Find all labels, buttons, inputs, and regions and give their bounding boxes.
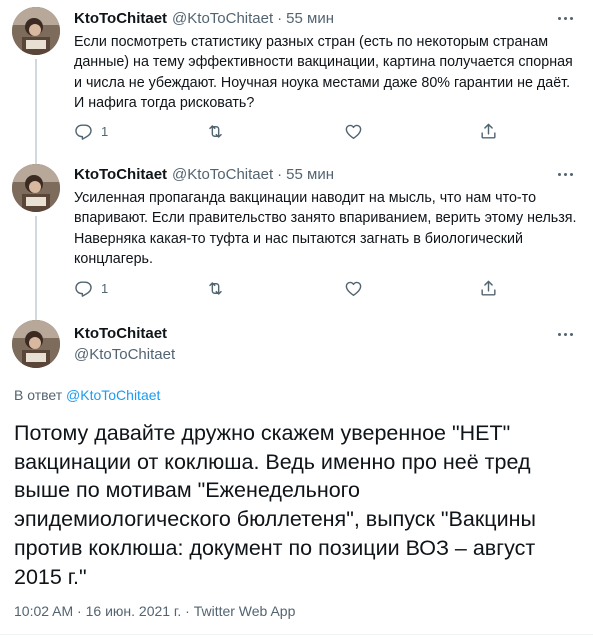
tweet-header: KtoToChitaet @KtoToChitaet · 55 мин [74, 166, 334, 183]
tweet-header: KtoToChitaet @KtoToChitaet · 55 мин [74, 10, 334, 27]
thread-connector-line [35, 59, 37, 160]
more-icon [556, 16, 574, 20]
replying-to: В ответ @KtoToChitaet [14, 387, 160, 403]
like-button[interactable] [344, 276, 363, 300]
reply-icon [75, 280, 92, 297]
share-button[interactable] [479, 276, 498, 300]
thread-connector-line [35, 216, 37, 312]
avatar-image [12, 164, 60, 212]
thread-tweet-1[interactable]: KtoToChitaet @KtoToChitaet · 55 мин Если… [0, 0, 593, 160]
separator-dot: · [77, 603, 86, 619]
more-icon [556, 332, 574, 336]
share-button[interactable] [479, 119, 498, 143]
reply-icon [75, 123, 92, 140]
tweet-timestamp[interactable]: 55 мин [286, 166, 334, 183]
tweet-timestamp[interactable]: 55 мин [286, 10, 334, 27]
reply-count: 1 [101, 123, 109, 139]
share-icon [481, 280, 496, 296]
separator-dot: · [185, 603, 194, 619]
reply-button[interactable]: 1 [74, 119, 108, 143]
author-name[interactable]: KtoToChitaet [74, 10, 167, 27]
more-options-button[interactable] [551, 164, 579, 184]
main-tweet-text: Потому давайте дружно скажем уверенное "… [14, 421, 536, 589]
author-handle[interactable]: @KtoToChitaet [74, 346, 175, 363]
tweet-text: Если посмотреть статистику разных стран … [74, 34, 573, 111]
reply-button[interactable]: 1 [74, 276, 108, 300]
avatar[interactable] [12, 7, 60, 55]
avatar-image [12, 320, 60, 368]
tweet-source-link[interactable]: Twitter Web App [194, 603, 296, 619]
author-handle[interactable]: @KtoToChitaet [172, 166, 273, 183]
share-icon [481, 123, 496, 139]
author-name[interactable]: KtoToChitaet [74, 166, 167, 183]
author-name[interactable]: KtoToChitaet [74, 325, 167, 342]
main-tweet: KtoToChitaet @KtoToChitaet В ответ @KtoT… [0, 312, 593, 638]
avatar[interactable] [12, 164, 60, 212]
retweet-button[interactable] [206, 276, 225, 300]
tweet-date-link[interactable]: 16 июн. 2021 г. [86, 603, 182, 619]
retweet-icon [209, 124, 222, 138]
more-options-button[interactable] [551, 8, 579, 28]
thread-connector-line [35, 312, 37, 320]
separator-dot: · [277, 166, 283, 183]
thread-tweet-2[interactable]: KtoToChitaet @KtoToChitaet · 55 мин Усил… [0, 160, 593, 312]
tweet-text: Усиленная пропаганда вакцинации наводит … [74, 190, 577, 267]
tweet-meta: 10:02 AM · 16 июн. 2021 г. · Twitter Web… [14, 603, 295, 619]
author-handle[interactable]: @KtoToChitaet [172, 10, 273, 27]
avatar[interactable] [12, 320, 60, 368]
tweet-actions: 1 [66, 276, 506, 300]
bottom-divider [0, 634, 593, 635]
retweet-icon [209, 281, 222, 295]
avatar-image [12, 7, 60, 55]
separator-dot: · [277, 10, 283, 27]
reply-to-handle-link[interactable]: @KtoToChitaet [66, 387, 160, 403]
reply-prefix: В ответ [14, 387, 67, 403]
like-icon [345, 281, 362, 296]
more-icon [556, 172, 574, 176]
reply-count: 1 [101, 280, 109, 296]
tweet-time-link[interactable]: 10:02 AM [14, 603, 73, 619]
more-options-button[interactable] [551, 324, 579, 344]
retweet-button[interactable] [206, 119, 225, 143]
like-button[interactable] [344, 119, 363, 143]
like-icon [345, 124, 362, 139]
tweet-actions: 1 [66, 119, 506, 143]
